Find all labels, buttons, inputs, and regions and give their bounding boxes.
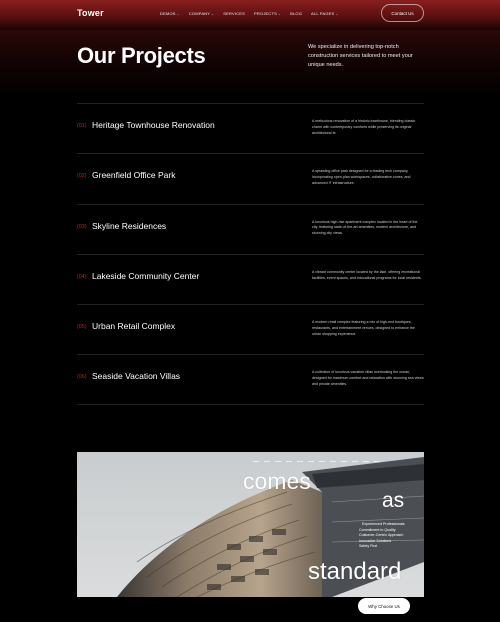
projects-list: (01) Heritage Townhouse Renovation A met… bbox=[77, 103, 424, 405]
project-number: (06) bbox=[77, 374, 87, 381]
project-name[interactable]: Heritage Townhouse Renovation bbox=[92, 120, 215, 130]
main-nav: DEMOS ⌄ COMPANY ⌄ SERVICES PROJECTS ⌄ BL… bbox=[160, 11, 339, 16]
project-row[interactable]: (06) Seaside Vacation Villas A collectio… bbox=[77, 354, 424, 405]
project-name[interactable]: Seaside Vacation Villas bbox=[92, 371, 180, 381]
project-number: (03) bbox=[77, 223, 87, 230]
feature-banner: comes as Experienced Professionals Commi… bbox=[77, 452, 424, 597]
project-description: A luxurious high-rise apartment complex … bbox=[312, 219, 418, 236]
intro-text: We specialize in delivering top-notch co… bbox=[308, 44, 413, 68]
project-number: (04) bbox=[77, 273, 87, 280]
project-description: A collection of luxurious vacation villa… bbox=[312, 370, 424, 387]
value-item: Safety First bbox=[359, 544, 378, 549]
decorative-dashes bbox=[253, 461, 380, 462]
value-item: Customer-Centric Approach bbox=[359, 533, 404, 538]
project-description: A vibrant community center located by th… bbox=[312, 269, 422, 280]
nav-item-blog[interactable]: BLOG bbox=[290, 11, 302, 16]
project-row[interactable]: (03) Skyline Residences A luxurious high… bbox=[77, 203, 424, 254]
project-row[interactable]: (02) Greenfield Office Park A sprawling … bbox=[77, 153, 424, 203]
project-name[interactable]: Greenfield Office Park bbox=[92, 170, 175, 180]
project-number: (02) bbox=[77, 173, 87, 180]
nav-item-services[interactable]: SERVICES bbox=[223, 11, 245, 16]
headline-word: as bbox=[382, 489, 405, 512]
nav-item-demos[interactable]: DEMOS ⌄ bbox=[160, 11, 180, 16]
project-description: A modern retail complex featuring a mix … bbox=[312, 320, 415, 336]
project-description: A sprawling office park designed for a l… bbox=[312, 169, 411, 185]
nav-label: ALL PAGES bbox=[311, 11, 335, 16]
project-row[interactable]: (04) Lakeside Community Center A vibrant… bbox=[77, 253, 424, 304]
project-name[interactable]: Skyline Residences bbox=[92, 221, 166, 231]
chevron-down-icon: ⌄ bbox=[211, 11, 215, 16]
project-number: (05) bbox=[77, 324, 87, 331]
value-item: Experienced Professionals bbox=[362, 522, 405, 526]
nav-item-projects[interactable]: PROJECTS ⌄ bbox=[254, 11, 281, 16]
nav-label: DEMOS bbox=[160, 11, 176, 16]
nav-item-all-pages[interactable]: ALL PAGES ⌄ bbox=[311, 11, 339, 16]
project-number: (01) bbox=[77, 123, 87, 129]
nav-label: COMPANY bbox=[188, 11, 211, 16]
project-name[interactable]: Lakeside Community Center bbox=[92, 271, 199, 281]
why-choose-us-button[interactable]: Why Choose Us bbox=[358, 598, 410, 614]
project-description: A meticulous renovation of a historic to… bbox=[312, 119, 416, 135]
page-title: Our Projects bbox=[77, 43, 206, 68]
chevron-down-icon: ⌄ bbox=[176, 11, 180, 16]
headline-word: standard bbox=[308, 558, 402, 585]
nav-label: SERVICES bbox=[223, 11, 246, 16]
nav-item-company[interactable]: COMPANY ⌄ bbox=[189, 11, 214, 16]
project-row[interactable]: (01) Heritage Townhouse Renovation A met… bbox=[77, 103, 424, 153]
headline-word: comes bbox=[243, 468, 311, 494]
contact-us-button[interactable]: Contact Us bbox=[381, 4, 424, 22]
nav-label: PROJECTS bbox=[254, 11, 277, 16]
chevron-down-icon: ⌄ bbox=[277, 11, 282, 16]
nav-label: BLOG bbox=[290, 11, 303, 16]
project-row[interactable]: (05) Urban Retail Complex A modern retai… bbox=[77, 304, 424, 354]
project-name[interactable]: Urban Retail Complex bbox=[92, 321, 175, 331]
site-logo[interactable]: Tower bbox=[77, 8, 104, 18]
chevron-down-icon: ⌄ bbox=[335, 11, 339, 16]
values-list: Experienced Professionals Commitment to … bbox=[359, 522, 405, 550]
